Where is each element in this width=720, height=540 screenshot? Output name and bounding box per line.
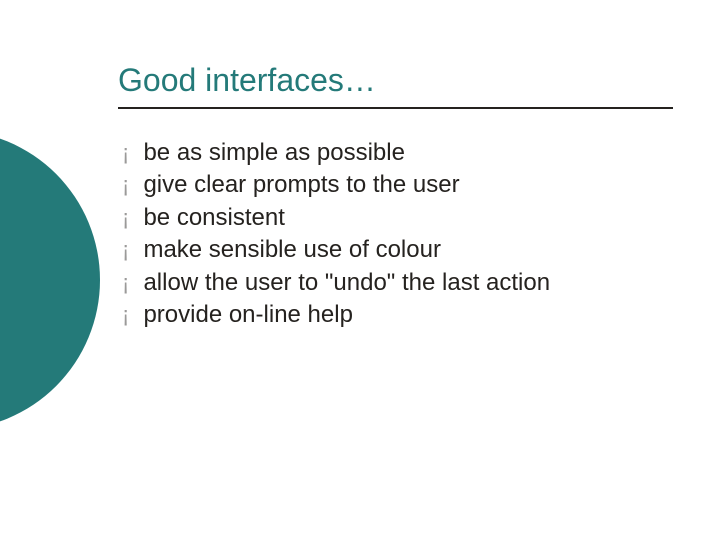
decorative-circle: [0, 130, 100, 430]
list-item: be as simple as possible: [122, 137, 680, 169]
list-item: be consistent: [122, 202, 680, 234]
bullet-list: be as simple as possible give clear prom…: [118, 137, 680, 331]
slide-title: Good interfaces…: [118, 62, 680, 107]
list-item: make sensible use of colour: [122, 234, 680, 266]
list-item: provide on-line help: [122, 299, 680, 331]
list-item: allow the user to "undo" the last action: [122, 267, 680, 299]
slide-content: Good interfaces… be as simple as possibl…: [118, 62, 680, 331]
list-item: give clear prompts to the user: [122, 169, 680, 201]
title-underline: [118, 107, 673, 109]
